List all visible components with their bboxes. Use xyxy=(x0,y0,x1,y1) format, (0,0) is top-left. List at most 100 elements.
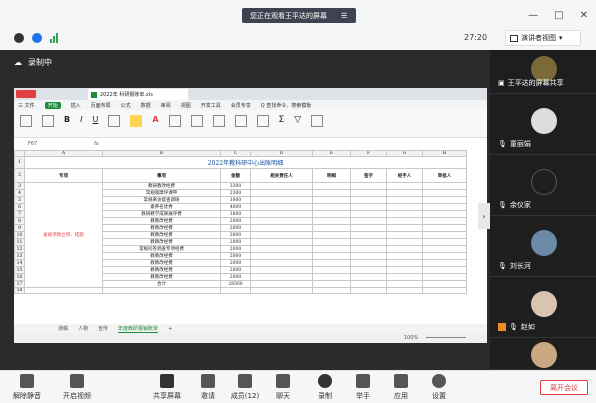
fx-icon[interactable]: fx xyxy=(94,141,99,147)
empty-cell[interactable] xyxy=(422,182,467,191)
empty-cell[interactable] xyxy=(350,259,387,268)
empty-cell[interactable] xyxy=(350,182,387,191)
empty-cell[interactable] xyxy=(312,266,351,275)
row-number[interactable]: 2 xyxy=(14,168,25,184)
empty-cell[interactable] xyxy=(386,280,423,289)
empty-cell[interactable] xyxy=(386,224,423,233)
empty-cell[interactable] xyxy=(422,203,467,212)
empty-cell[interactable] xyxy=(250,273,313,282)
empty-cell[interactable] xyxy=(350,238,387,247)
row-number[interactable]: 9 xyxy=(14,224,25,233)
sort-icon[interactable] xyxy=(311,115,324,127)
row-number[interactable]: 14 xyxy=(14,259,25,268)
empty-cell[interactable] xyxy=(386,287,423,295)
amount-cell[interactable]: 2000 xyxy=(220,259,251,268)
header-cell[interactable]: 审批人 xyxy=(422,168,467,184)
empty-cell[interactable] xyxy=(312,238,351,247)
header-cell[interactable]: 签字 xyxy=(350,168,387,184)
italic-icon[interactable]: I xyxy=(80,115,82,127)
row-number[interactable]: 5 xyxy=(14,196,25,205)
empty-cell[interactable] xyxy=(386,231,423,240)
cell-reference[interactable]: F67 xyxy=(28,141,37,147)
empty-cell[interactable] xyxy=(24,287,103,295)
sheet-tab-active[interactable]: 年度教研报销账单 xyxy=(118,325,159,333)
empty-cell[interactable] xyxy=(350,266,387,275)
empty-cell[interactable] xyxy=(250,245,313,254)
empty-cell[interactable] xyxy=(386,238,423,247)
info-icon[interactable] xyxy=(14,33,24,43)
empty-cell[interactable] xyxy=(250,217,313,226)
empty-cell[interactable] xyxy=(312,224,351,233)
amount-cell[interactable]: 4000 xyxy=(220,203,251,212)
font-color-icon[interactable]: A xyxy=(152,115,158,127)
header-cell[interactable]: 事项 xyxy=(102,168,221,184)
menu-view[interactable]: 视图 xyxy=(181,102,191,109)
row-number[interactable]: 13 xyxy=(14,252,25,261)
empty-cell[interactable] xyxy=(386,252,423,261)
empty-cell[interactable] xyxy=(312,245,351,254)
menu-review[interactable]: 审阅 xyxy=(161,102,171,109)
invite-button[interactable]: 邀请 xyxy=(196,374,220,401)
menu-page-layout[interactable]: 页面布局 xyxy=(91,102,111,109)
raise-hand-button[interactable]: 举手 xyxy=(352,374,374,401)
wrap-icon[interactable] xyxy=(212,115,225,127)
empty-cell[interactable] xyxy=(422,189,467,198)
empty-cell[interactable] xyxy=(350,217,387,226)
row-number[interactable]: 11 xyxy=(14,238,25,247)
item-cell[interactable]: 常规观摩评课申 xyxy=(102,189,221,198)
signal-icon[interactable] xyxy=(50,33,60,43)
empty-cell[interactable] xyxy=(386,189,423,198)
header-cell[interactable]: 相关责任人 xyxy=(250,168,313,184)
empty-cell[interactable] xyxy=(350,231,387,240)
empty-cell[interactable] xyxy=(312,259,351,268)
empty-cell[interactable] xyxy=(250,210,313,219)
empty-cell[interactable] xyxy=(312,273,351,282)
settings-button[interactable]: 设置 xyxy=(428,374,450,401)
empty-cell[interactable] xyxy=(386,245,423,254)
empty-cell[interactable] xyxy=(422,287,467,295)
row-number[interactable]: 4 xyxy=(14,189,25,198)
empty-cell[interactable] xyxy=(350,252,387,261)
spreadsheet-grid[interactable]: A B C D E F G H 1 2022年教科研中心出账明细 2 专项 事项… xyxy=(14,150,487,322)
amount-cell[interactable]: 2000 xyxy=(220,252,251,261)
menu-data[interactable]: 数据 xyxy=(141,102,151,109)
empty-cell[interactable] xyxy=(350,196,387,205)
empty-cell[interactable] xyxy=(250,259,313,268)
empty-cell[interactable] xyxy=(250,287,313,295)
file-tab[interactable]: 2022年 科研报账单.xls xyxy=(88,89,188,100)
empty-cell[interactable] xyxy=(250,224,313,233)
empty-cell[interactable] xyxy=(422,196,467,205)
empty-cell[interactable] xyxy=(312,210,351,219)
item-cell[interactable]: 合计 xyxy=(102,280,221,289)
sheet-tab[interactable]: 人物 xyxy=(78,325,88,332)
empty-cell[interactable] xyxy=(312,217,351,226)
amount-cell[interactable]: 2000 xyxy=(220,245,251,254)
empty-cell[interactable] xyxy=(422,210,467,219)
row-number[interactable]: 3 xyxy=(14,182,25,191)
amount-cell[interactable]: 2000 xyxy=(220,224,251,233)
empty-cell[interactable] xyxy=(250,189,313,198)
empty-cell[interactable] xyxy=(386,217,423,226)
chat-button[interactable]: 聊天 xyxy=(272,374,294,401)
empty-cell[interactable] xyxy=(250,196,313,205)
amount-cell[interactable]: 2000 xyxy=(220,266,251,275)
participant-tile[interactable] xyxy=(490,338,596,370)
participant-tile[interactable]: 🎙 余仪家 xyxy=(490,155,596,216)
row-number[interactable]: 7 xyxy=(14,210,25,219)
empty-cell[interactable] xyxy=(312,231,351,240)
maximize-icon[interactable]: □ xyxy=(554,10,563,21)
participant-tile[interactable]: 🎙 童丽娟 xyxy=(490,94,596,155)
menu-home[interactable]: 开始 xyxy=(44,101,61,109)
empty-cell[interactable] xyxy=(250,203,313,212)
conditional-format-icon[interactable] xyxy=(256,115,269,127)
empty-cell[interactable] xyxy=(250,231,313,240)
empty-cell[interactable] xyxy=(350,203,387,212)
row-number[interactable]: 8 xyxy=(14,217,25,226)
amount-cell[interactable]: 3300 xyxy=(220,182,251,191)
item-cell[interactable]: 常规来访督查调研 xyxy=(102,196,221,205)
border-icon[interactable] xyxy=(108,115,121,127)
empty-cell[interactable] xyxy=(350,224,387,233)
minimize-icon[interactable]: — xyxy=(528,10,538,21)
empty-cell[interactable] xyxy=(386,259,423,268)
empty-cell[interactable] xyxy=(386,182,423,191)
